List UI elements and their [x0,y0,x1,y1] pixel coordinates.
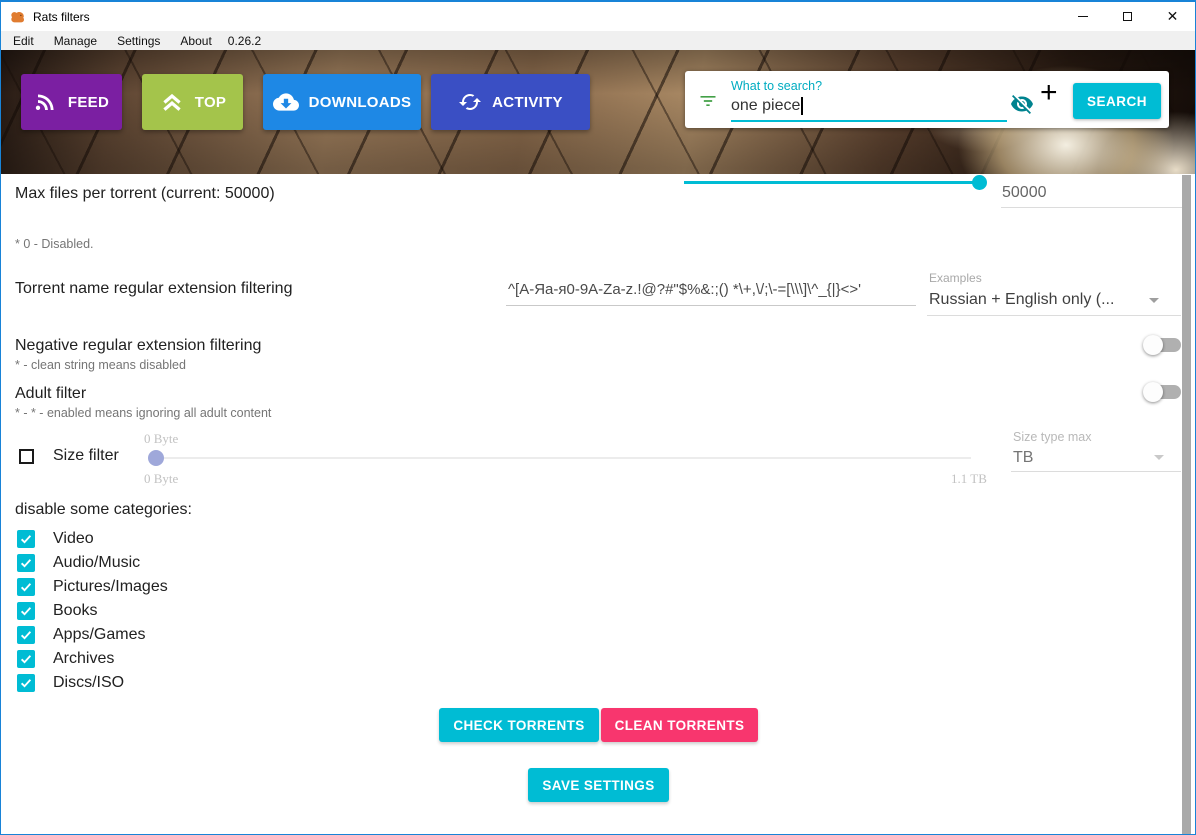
caption-buttons: ✕ [1060,2,1195,31]
chevron-down-icon[interactable] [1149,298,1159,303]
size-type-select[interactable]: TB [1013,449,1033,467]
app-window: Rats filters ✕ Edit Manage Settings Abou… [0,0,1196,835]
size-type-label: Size type max [1013,430,1092,444]
app-version: 0.26.2 [222,34,267,48]
regex-filter-input[interactable]: ^[А-Яа-я0-9A-Za-z.!@?#"$%&:;() *\+,\/;\-… [508,281,861,298]
clean-torrents-button[interactable]: CLEAN TORRENTS [601,708,758,742]
filter-icon [698,91,718,111]
category-checkbox-archives[interactable] [17,650,35,668]
regex-input-underline [506,305,916,306]
adult-filter-toggle[interactable] [1143,382,1181,402]
search-button[interactable]: SEARCH [1073,83,1161,119]
text-caret [801,97,803,115]
size-range-thumb[interactable] [148,450,164,466]
feed-button[interactable]: FEED [21,74,122,130]
size-range-max: 1.1 TB [951,471,987,487]
adult-filter-note: * - * - enabled means ignoring all adult… [15,406,271,420]
menubar: Edit Manage Settings About 0.26.2 [1,31,1195,50]
category-label: Audio/Music [53,554,140,572]
size-range-min-bottom: 0 Byte [144,471,178,487]
max-files-note: * 0 - Disabled. [15,237,94,251]
check-icon [19,532,33,546]
toggle-knob [1143,382,1163,402]
maximize-icon [1123,12,1132,21]
search-label: What to search? [731,79,822,93]
category-label: Apps/Games [53,626,145,644]
vertical-scrollbar[interactable] [1182,175,1191,835]
category-checkbox-apps-games[interactable] [17,626,35,644]
menu-settings[interactable]: Settings [107,34,170,48]
examples-label: Examples [929,271,982,285]
save-settings-button[interactable]: SAVE SETTINGS [528,768,669,802]
search-input[interactable]: one piece [731,97,803,115]
categories-heading: disable some categories: [15,501,192,519]
activity-button[interactable]: ACTIVITY [431,74,590,130]
feed-icon [34,90,58,114]
header-banner: FEED TOP DOWNLOADS ACTIVITY [1,50,1195,174]
downloads-button[interactable]: DOWNLOADS [263,74,421,130]
sync-icon [458,90,482,114]
negative-filter-label: Negative regular extension filtering [15,337,261,355]
menu-manage[interactable]: Manage [44,34,107,48]
search-input-value: one piece [731,97,800,115]
examples-select[interactable]: Russian + English only (... [929,291,1114,309]
search-panel: What to search? one piece + SEARCH [685,71,1169,128]
negative-filter-note: * - clean string means disabled [15,358,186,372]
chevron-down-icon[interactable] [1154,455,1164,460]
category-checkbox-pictures-images[interactable] [17,578,35,596]
feed-button-label: FEED [68,94,109,111]
check-icon [19,580,33,594]
minimize-icon [1078,16,1088,17]
negative-filter-toggle[interactable] [1143,335,1181,355]
size-range-min-top: 0 Byte [144,431,178,447]
adult-filter-label: Adult filter [15,385,86,403]
minimize-button[interactable] [1060,2,1105,31]
max-files-label: Max files per torrent (current: 50000) [15,185,275,203]
category-checkbox-video[interactable] [17,530,35,548]
size-type-underline [1011,471,1181,472]
top-button-label: TOP [195,94,226,111]
check-icon [19,676,33,690]
chevrons-up-icon [159,89,185,115]
category-label: Discs/ISO [53,674,124,692]
category-checkbox-books[interactable] [17,602,35,620]
category-label: Books [53,602,97,620]
rat-icon [10,9,26,25]
eye-off-icon[interactable] [1010,92,1034,116]
check-icon [19,628,33,642]
settings-content: Max files per torrent (current: 50000) 5… [1,174,1195,835]
activity-button-label: ACTIVITY [492,94,563,111]
search-input-underline [731,120,1007,122]
titlebar: Rats filters ✕ [1,2,1195,31]
max-files-slider-thumb[interactable] [972,175,987,190]
cloud-download-icon [273,89,299,115]
plus-icon[interactable]: + [1040,78,1058,108]
close-icon: ✕ [1167,8,1179,25]
examples-select-underline [927,315,1181,316]
category-checkbox-audio-music[interactable] [17,554,35,572]
check-icon [19,652,33,666]
size-filter-label: Size filter [53,447,119,465]
menu-about[interactable]: About [170,34,221,48]
size-range-track[interactable] [164,457,971,459]
category-label: Archives [53,650,114,668]
downloads-button-label: DOWNLOADS [309,94,412,111]
window-title: Rats filters [33,10,90,24]
toggle-knob [1143,335,1163,355]
menu-edit[interactable]: Edit [3,34,44,48]
regex-filter-label: Torrent name regular extension filtering [15,280,292,298]
category-label: Pictures/Images [53,578,168,596]
max-files-slider-track[interactable] [684,181,986,184]
top-button[interactable]: TOP [142,74,243,130]
maximize-button[interactable] [1105,2,1150,31]
close-button[interactable]: ✕ [1150,2,1195,31]
category-checkbox-discs-iso[interactable] [17,674,35,692]
size-filter-checkbox[interactable] [19,449,34,464]
check-torrents-button[interactable]: CHECK TORRENTS [439,708,599,742]
check-icon [19,604,33,618]
category-label: Video [53,530,94,548]
check-icon [19,556,33,570]
max-files-input-underline [1001,207,1182,208]
max-files-input[interactable]: 50000 [1002,184,1047,202]
